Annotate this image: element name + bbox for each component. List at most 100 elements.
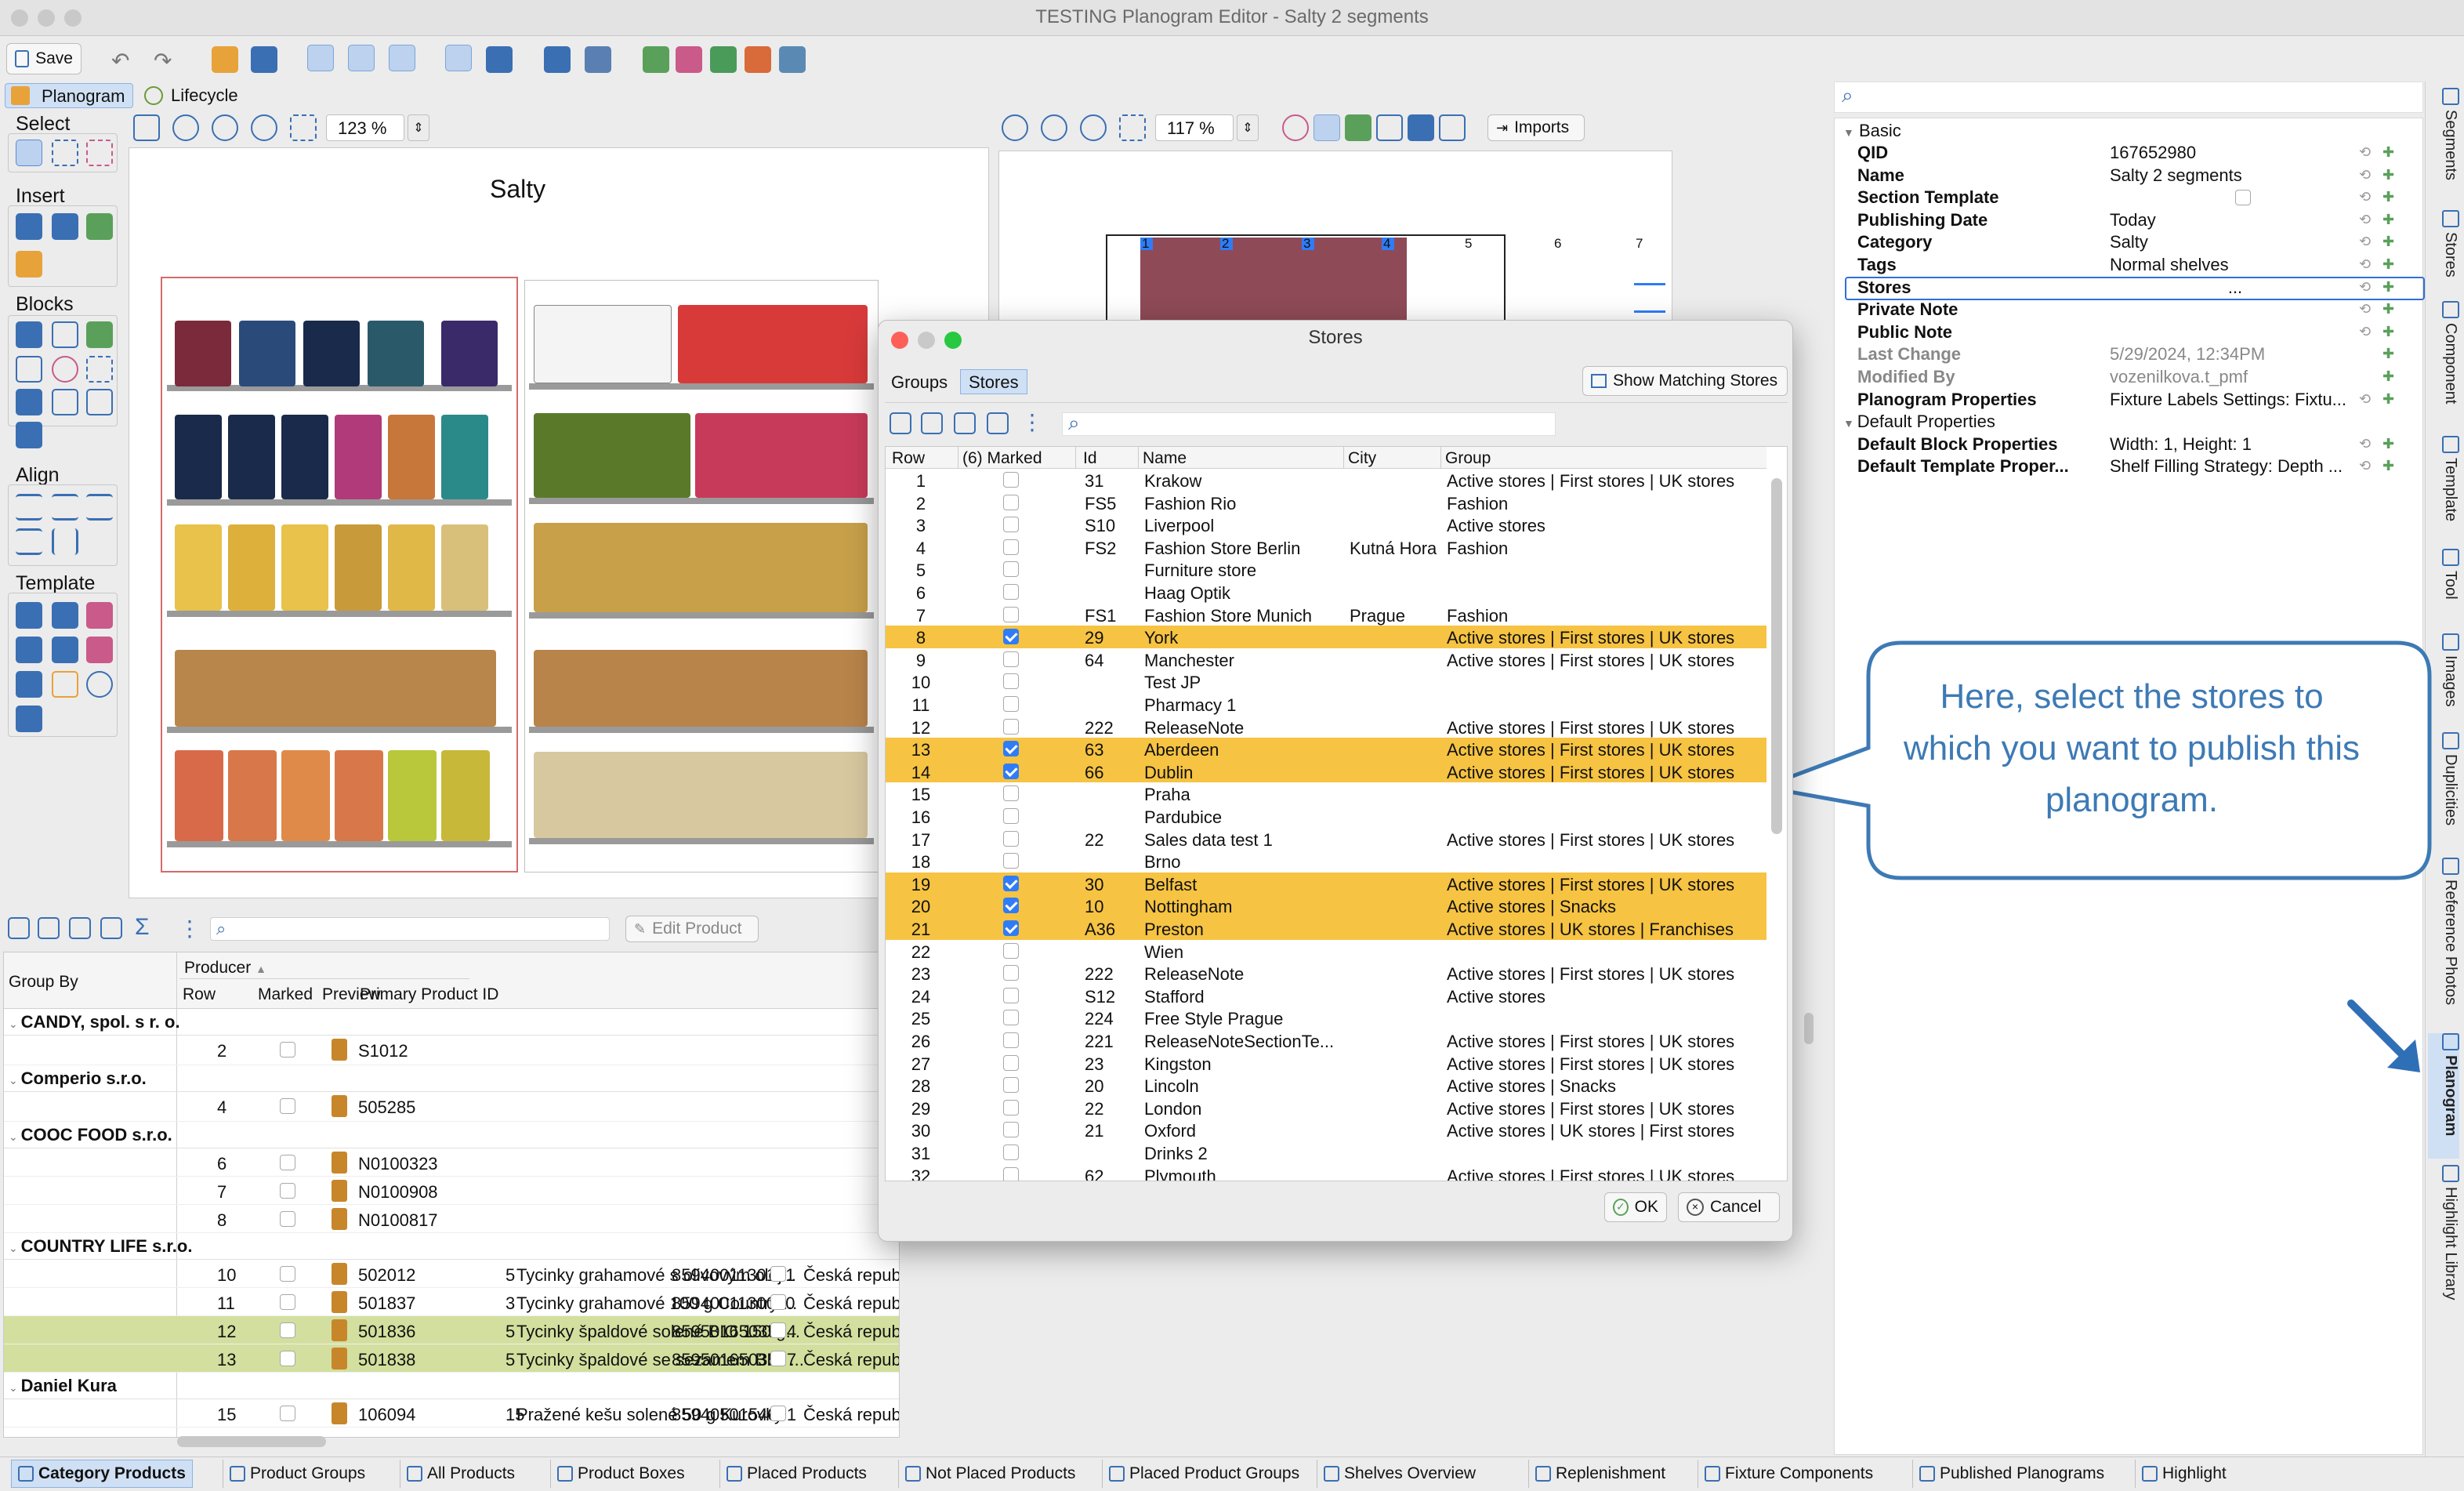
store-marked-checkbox[interactable]	[1003, 1010, 1019, 1026]
check-all-icon[interactable]	[8, 917, 30, 939]
pin-icon[interactable]: ✚	[2382, 167, 2394, 183]
sum-icon[interactable]: Σ	[135, 914, 161, 941]
product-image[interactable]	[388, 415, 435, 499]
product-image[interactable]	[368, 321, 424, 386]
store-row[interactable]: 2 FS5 Fashion Rio Fashion	[886, 492, 1766, 514]
table-row[interactable]: 10 502012 5 Tycinky grahamové s olivovým ol…	[4, 1260, 899, 1288]
book-tool-icon[interactable]	[544, 46, 571, 73]
store-row[interactable]: 17 22 Sales data test 1 Active stores | Fir…	[886, 828, 1766, 851]
product-image[interactable]	[441, 524, 488, 611]
zoom-out-icon[interactable]	[212, 114, 238, 141]
store-marked-checkbox[interactable]	[1003, 763, 1019, 779]
store-row[interactable]: 12 222 ReleaseNote Active stores | First st…	[886, 716, 1766, 738]
store-marked-checkbox[interactable]	[1003, 1077, 1019, 1094]
planogram-canvas[interactable]: Salty	[129, 147, 989, 898]
imports-button[interactable]: ⇥ Imports	[1487, 114, 1585, 141]
more-options-icon[interactable]: ⋮	[179, 916, 205, 942]
product-image[interactable]	[281, 415, 328, 499]
table-row[interactable]: 11 501837 3 Tycinky grahamové 100 g Country…	[4, 1288, 899, 1316]
pin-icon[interactable]: ✚	[2382, 324, 2394, 340]
side-tab-template[interactable]: Template	[2428, 436, 2459, 538]
store-marked-checkbox[interactable]	[1003, 494, 1019, 510]
store-marked-checkbox[interactable]	[1003, 673, 1019, 690]
store-row[interactable]: 31 Drinks 2	[886, 1141, 1766, 1164]
view1-zoom-stepper[interactable]: ⇕	[408, 114, 429, 141]
show-matching-stores-button[interactable]: Show Matching Stores	[1582, 366, 1788, 396]
zoom-fit-icon[interactable]	[1119, 114, 1146, 141]
copy-icon[interactable]	[921, 412, 943, 434]
store-marked-checkbox[interactable]	[1003, 472, 1019, 488]
product-image[interactable]	[534, 752, 868, 838]
store-marked-checkbox[interactable]	[1003, 629, 1019, 645]
side-tab-planogram[interactable]: Planogram	[2428, 1033, 2459, 1159]
store-row[interactable]: 9 64 Manchester Active stores | First store…	[886, 648, 1766, 671]
product-image[interactable]	[175, 650, 496, 727]
insert-fixture-icon[interactable]	[86, 213, 113, 240]
store-marked-checkbox[interactable]	[1003, 853, 1019, 869]
flag-checkbox[interactable]	[770, 1406, 786, 1421]
copy-icon[interactable]	[1376, 114, 1403, 141]
marked-checkbox[interactable]	[280, 1294, 295, 1310]
section-template-checkbox[interactable]	[2235, 190, 2251, 206]
store-marked-checkbox[interactable]	[1003, 942, 1019, 959]
store-marked-checkbox[interactable]	[1003, 808, 1019, 824]
table-row[interactable]: 13 501838 5 Tycinky špaldové se sezamem BIO…	[4, 1344, 899, 1373]
product-image[interactable]	[303, 321, 360, 386]
flag-checkbox[interactable]	[770, 1294, 786, 1310]
store-marked-checkbox[interactable]	[1003, 561, 1019, 578]
store-marked-checkbox[interactable]	[1003, 718, 1019, 735]
side-tab-highlight-library[interactable]: Highlight Library	[2428, 1165, 2459, 1322]
table-row[interactable]: 2 S1012	[4, 1036, 899, 1065]
view-tool-icon[interactable]	[445, 45, 472, 71]
more-options-icon[interactable]: ⋮	[1021, 409, 1048, 436]
lasso-select-icon[interactable]	[86, 140, 113, 166]
property-row[interactable]: Default Template Proper... Shelf Filling …	[1857, 456, 2422, 479]
align-justify-icon[interactable]	[16, 528, 42, 555]
product-image[interactable]	[281, 524, 328, 611]
marked-checkbox[interactable]	[280, 1155, 295, 1170]
pin-icon[interactable]: ✚	[2382, 144, 2394, 161]
producer-group[interactable]: ⌄ CANDY, spol. s r. o.	[4, 1009, 899, 1036]
properties-search-input[interactable]	[1834, 82, 2423, 113]
block-grid-icon[interactable]	[16, 321, 42, 348]
side-tab-tool[interactable]: Tool	[2428, 549, 2459, 619]
property-row[interactable]: Category Salty ⟲ ✚	[1857, 232, 2422, 255]
pin-icon[interactable]: ✚	[2382, 391, 2394, 408]
store-row[interactable]: 23 222 ReleaseNote Active stores | First st…	[886, 962, 1766, 985]
stores-scrollbar[interactable]	[1771, 478, 1782, 834]
store-marked-checkbox[interactable]	[1003, 1099, 1019, 1116]
block-copy-icon[interactable]	[86, 389, 113, 415]
ok-button[interactable]: ✓ OK	[1604, 1192, 1667, 1222]
marked-checkbox[interactable]	[280, 1351, 295, 1366]
store-marked-checkbox[interactable]	[1003, 875, 1019, 891]
store-marked-checkbox[interactable]	[1003, 1145, 1019, 1160]
basic-section[interactable]: ▼ Basic	[1843, 121, 1901, 141]
product-image[interactable]	[228, 750, 277, 841]
template-a-icon[interactable]	[16, 602, 42, 629]
block-3d-icon[interactable]	[86, 321, 113, 348]
property-row[interactable]: Default Block Properties Width: 1, Height…	[1857, 434, 2422, 457]
property-row[interactable]: Last Change 5/29/2024, 12:34PM ✚	[1857, 344, 2422, 367]
pin-icon[interactable]: ✚	[2382, 368, 2394, 385]
flag-icon[interactable]	[1345, 114, 1372, 141]
product-image[interactable]	[228, 415, 275, 499]
refresh-icon[interactable]	[1282, 114, 1309, 141]
columns-tool-icon[interactable]	[348, 45, 375, 71]
list-icon[interactable]	[1634, 283, 1665, 313]
redo-icon[interactable]: ↷	[154, 48, 180, 74]
column-header-marked[interactable]: Marked	[258, 985, 313, 1004]
store-marked-checkbox[interactable]	[1003, 741, 1019, 757]
property-row[interactable]: Planogram Properties Fixture Labels Setti…	[1857, 390, 2422, 412]
paste-icon[interactable]	[954, 412, 976, 434]
product-image[interactable]	[228, 524, 275, 611]
property-row[interactable]: Public Note ⟲ ✚	[1857, 322, 2422, 345]
store-marked-checkbox[interactable]	[1003, 1166, 1019, 1181]
column-header-row[interactable]: Row	[183, 985, 216, 1004]
zoom-in-icon[interactable]	[172, 114, 199, 141]
reset-icon[interactable]: ⟲	[2359, 391, 2371, 408]
product-search-input[interactable]	[210, 917, 610, 941]
store-marked-checkbox[interactable]	[1003, 584, 1019, 600]
insert-product-icon[interactable]	[52, 213, 78, 240]
store-marked-checkbox[interactable]	[1003, 830, 1019, 847]
template-f-icon[interactable]	[86, 637, 113, 663]
